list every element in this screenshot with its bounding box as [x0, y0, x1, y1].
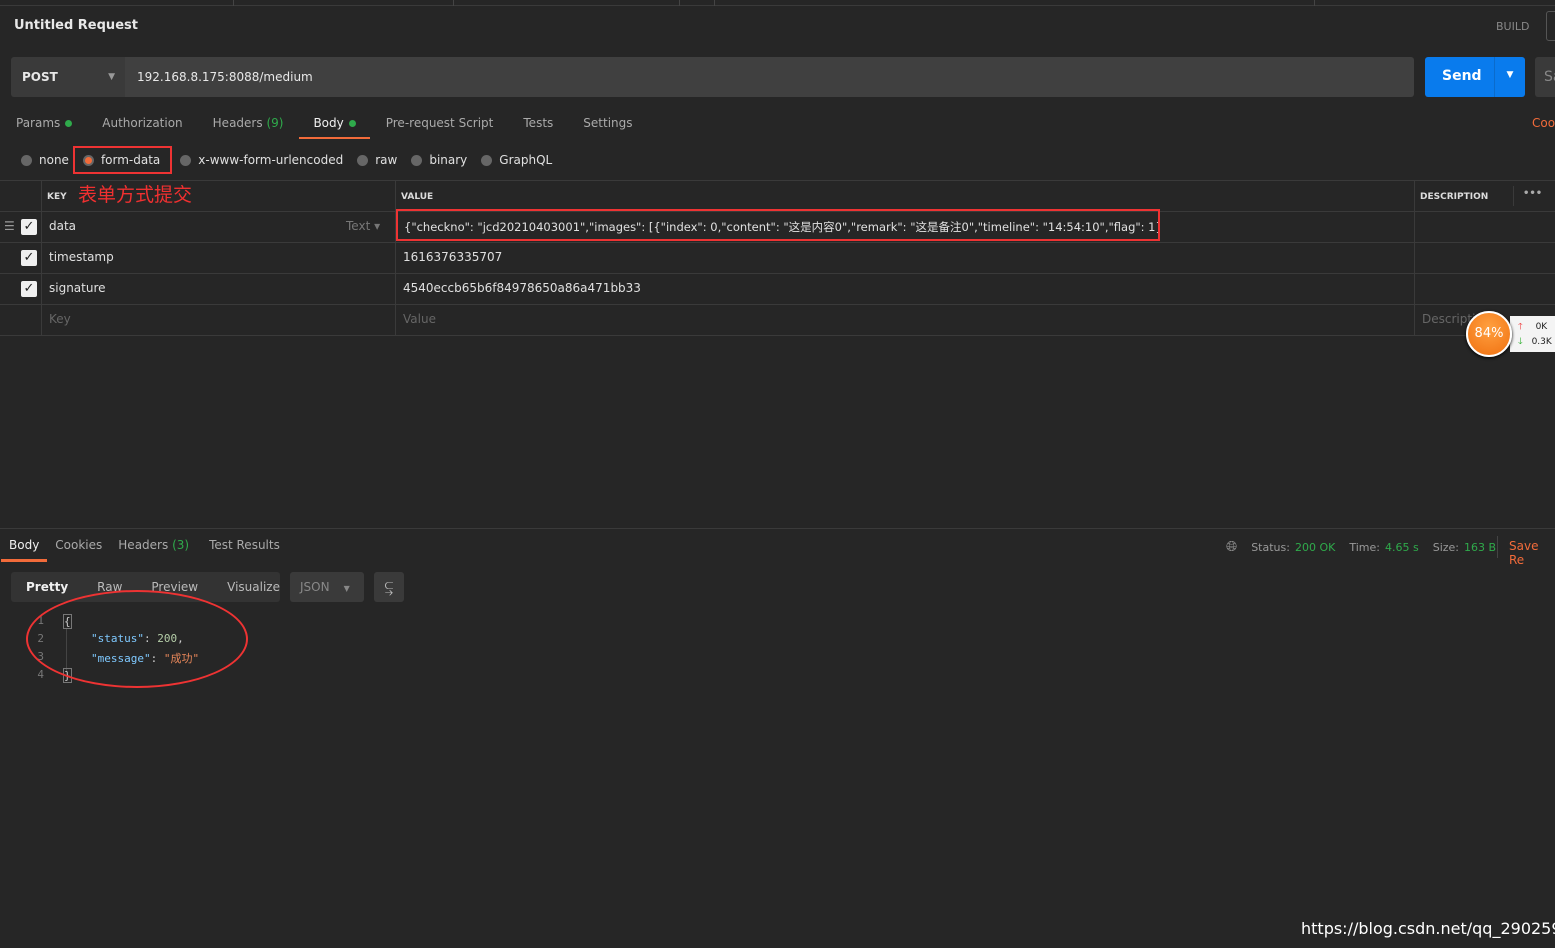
request-title[interactable]: Untitled Request — [14, 18, 138, 33]
drag-handle-icon[interactable]: ☰ — [4, 219, 15, 233]
row-key[interactable]: signature — [49, 281, 106, 295]
request-tabs: Params Authorization Headers (9) Body Pr… — [16, 116, 663, 139]
radio-none[interactable]: none — [21, 153, 69, 167]
row-checkbox[interactable]: ✓ — [21, 281, 37, 297]
radio-raw[interactable]: raw — [357, 153, 397, 167]
body-type-radios: none form-data x-www-form-urlencoded raw… — [21, 146, 566, 174]
row-checkbox[interactable]: ✓ — [21, 219, 37, 235]
method-select[interactable]: POST ▼ — [11, 57, 125, 97]
description-header: DESCRIPTION — [1420, 192, 1489, 202]
view-visualize[interactable]: Visualize — [227, 580, 280, 594]
send-label: Send — [1442, 68, 1482, 84]
build-label[interactable]: BUILD — [1496, 20, 1529, 33]
save-response-button[interactable]: Save Re — [1509, 539, 1555, 567]
active-dot — [348, 120, 356, 127]
tab-settings[interactable]: Settings — [583, 116, 632, 139]
cpu-ball: 84% — [1466, 311, 1512, 357]
save-button[interactable]: Sa — [1535, 57, 1555, 97]
globe-icon[interactable]: 🌐︎ — [1226, 539, 1237, 555]
radio-binary[interactable]: binary — [411, 153, 467, 167]
url-input[interactable]: 192.168.8.175:8088/medium — [125, 57, 1414, 97]
view-pretty[interactable]: Pretty — [26, 580, 68, 594]
annotation-ellipse — [26, 590, 248, 688]
send-dropdown-icon[interactable]: ▼ — [1494, 57, 1525, 97]
annotation-text: 表单方式提交 — [78, 184, 193, 206]
response-status-bar: 🌐︎ Status: 200 OK Time: 4.65 s Size: 163 B — [1226, 539, 1497, 555]
radio-x-www-form-urlencoded[interactable]: x-www-form-urlencoded — [180, 153, 343, 167]
window-tab-strip — [0, 0, 1555, 6]
chevron-down-icon: ▼ — [108, 72, 115, 82]
response-tab-test-results[interactable]: Test Results — [209, 538, 280, 562]
time-value: 4.65 s — [1384, 540, 1419, 554]
row-value[interactable]: {"checkno": "jcd20210403001","images": [… — [396, 209, 1160, 241]
format-select[interactable]: JSON ▼ — [290, 572, 364, 602]
tab-tests[interactable]: Tests — [523, 116, 553, 139]
response-divider[interactable] — [0, 528, 1555, 529]
wrap-lines-icon[interactable]: ⥹ — [374, 572, 404, 602]
row-key[interactable]: data — [49, 219, 76, 233]
row-checkbox[interactable]: ✓ — [21, 250, 37, 266]
tab-headers[interactable]: Headers (9) — [213, 116, 284, 139]
row-value[interactable]: 4540eccb65b6f84978650a86a471bb33 — [403, 281, 641, 295]
more-icon[interactable]: ••• — [1523, 188, 1542, 199]
tab-authorization[interactable]: Authorization — [102, 116, 182, 139]
value-header: VALUE — [401, 192, 434, 202]
value-input[interactable]: Value — [403, 312, 436, 326]
response-tab-body[interactable]: Body — [0, 538, 48, 562]
tab-body[interactable]: Body — [299, 116, 371, 139]
tab-params[interactable]: Params — [16, 116, 73, 139]
build-toggle[interactable] — [1546, 11, 1555, 41]
row-value[interactable]: 1616376335707 — [403, 250, 502, 264]
status-value: 200 OK — [1294, 540, 1336, 554]
active-dot — [65, 120, 73, 127]
response-tab-cookies[interactable]: Cookies — [55, 538, 102, 562]
divider — [1497, 536, 1498, 558]
radio-form-data[interactable]: form-data — [72, 146, 173, 174]
method-value: POST — [22, 70, 58, 84]
row-key[interactable]: timestamp — [49, 250, 114, 264]
cookies-link[interactable]: Coo — [1532, 116, 1555, 130]
key-header: KEY — [47, 192, 67, 202]
speed-readout: 🡑 0K 🡓 0.3K — [1510, 316, 1555, 352]
send-button[interactable]: Send ▼ — [1425, 57, 1525, 97]
radio-graphql[interactable]: GraphQL — [481, 153, 552, 167]
size-value: 163 B — [1464, 540, 1497, 554]
watermark: https://blog.csdn.net/qq_29025955 — [1301, 919, 1555, 938]
key-input[interactable]: Key — [49, 312, 71, 326]
response-tab-headers[interactable]: Headers (3) — [118, 538, 189, 562]
tab-pre-request-script[interactable]: Pre-request Script — [386, 116, 494, 139]
type-select[interactable]: Text ▾ — [346, 219, 380, 233]
response-tabs: Body Cookies Headers (3) Test Results — [0, 538, 296, 562]
